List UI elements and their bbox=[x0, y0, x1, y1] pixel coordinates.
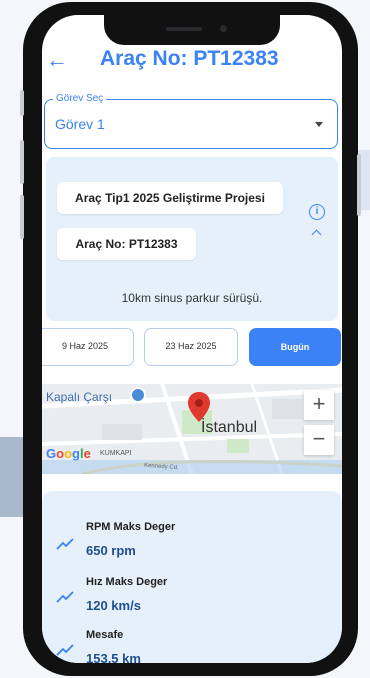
task-description: 10km sinus parkur sürüşü. bbox=[121, 291, 263, 305]
phone-frame: ← Araç No: PT12383 Görev Seç Görev 1 Ara… bbox=[20, 2, 361, 676]
task-info-card: Araç Tip1 2025 Geliştirme Projesi Araç N… bbox=[46, 157, 338, 321]
caret-down-icon bbox=[315, 122, 323, 127]
shopping-poi-icon[interactable] bbox=[130, 387, 146, 403]
vehicle-chip: Araç No: PT12383 bbox=[57, 228, 196, 260]
stats-card: RPM Maks Deger 650 rpm Hız Maks Deger 12… bbox=[42, 491, 342, 663]
chevron-up-icon[interactable] bbox=[311, 229, 322, 240]
trending-up-icon bbox=[56, 538, 74, 550]
map-label-kapali-carsi: Kapalı Çarşı bbox=[46, 390, 113, 404]
app-header: ← Araç No: PT12383 bbox=[42, 43, 342, 79]
task-select-label: Görev Seç bbox=[53, 93, 107, 104]
phone-side-button bbox=[20, 140, 24, 184]
map-label-kumkapi: KUMKAPI bbox=[100, 450, 132, 457]
stat-label-rpm: RPM Maks Deger bbox=[86, 521, 176, 533]
page-title: Araç No: PT12383 bbox=[100, 47, 279, 70]
end-date-field[interactable]: 23 Haz 2025 bbox=[144, 328, 238, 366]
map-label-istanbul: İstanbul bbox=[201, 419, 258, 436]
project-chip: Araç Tip1 2025 Geliştirme Projesi bbox=[57, 182, 283, 214]
phone-side-button bbox=[20, 195, 24, 239]
trending-up-icon bbox=[56, 644, 74, 656]
phone-notch bbox=[104, 15, 280, 45]
task-select-value: Görev 1 bbox=[55, 116, 105, 132]
back-arrow-icon[interactable]: ← bbox=[46, 47, 68, 73]
start-date-field[interactable]: 9 Haz 2025 bbox=[42, 328, 134, 366]
speaker bbox=[166, 27, 202, 31]
trending-up-icon bbox=[56, 591, 74, 603]
location-pin-icon[interactable] bbox=[188, 392, 210, 422]
phone-side-button bbox=[357, 154, 361, 216]
phone-screen: ← Araç No: PT12383 Görev Seç Görev 1 Ara… bbox=[42, 15, 342, 663]
stat-value-speed: 120 km/s bbox=[86, 598, 141, 613]
task-select[interactable]: Görev Seç Görev 1 bbox=[44, 93, 338, 149]
stat-label-distance: Mesafe bbox=[86, 629, 124, 641]
zoom-in-button[interactable]: + bbox=[304, 390, 334, 420]
stat-value-distance: 153.5 km bbox=[86, 651, 141, 663]
info-icon[interactable]: i bbox=[309, 204, 325, 220]
camera bbox=[220, 25, 227, 32]
today-button[interactable]: Bugün bbox=[249, 328, 341, 366]
google-logo: Google bbox=[46, 446, 91, 461]
stat-value-rpm: 650 rpm bbox=[86, 543, 136, 558]
zoom-out-button[interactable]: − bbox=[304, 425, 334, 455]
phone-side-button bbox=[20, 90, 24, 116]
stat-label-speed: Hız Maks Deger bbox=[86, 576, 168, 588]
map-view[interactable]: Kapalı Çarşı İstanbul KUMKAPI Kennedy Cd… bbox=[42, 384, 342, 474]
